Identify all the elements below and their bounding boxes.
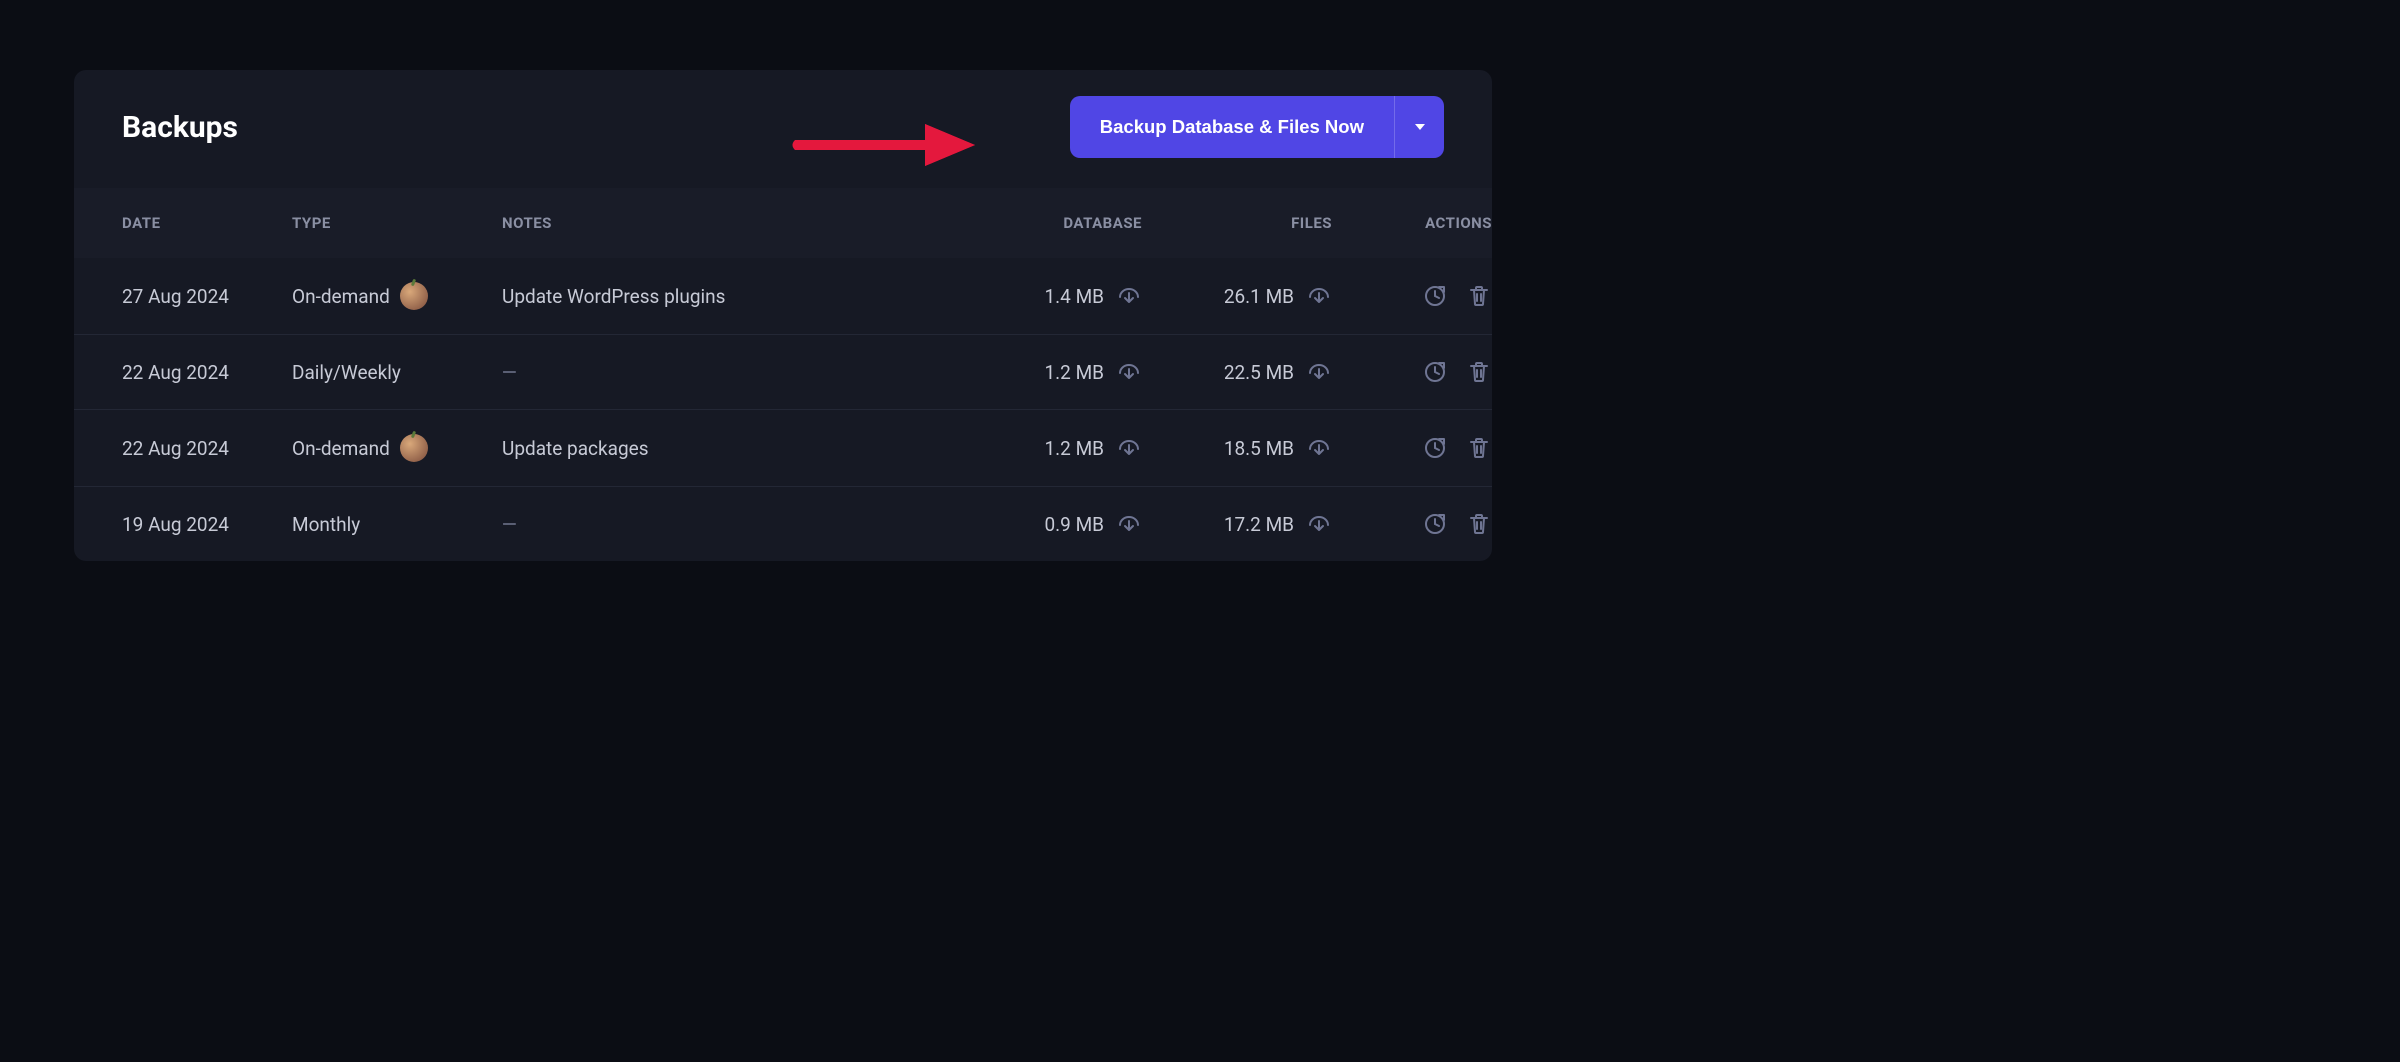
cell-files: 26.1 MB (1142, 283, 1332, 309)
backup-button-group: Backup Database & Files Now (1070, 96, 1444, 158)
cell-date: 22 Aug 2024 (122, 437, 292, 460)
col-notes: NOTES (502, 214, 972, 232)
table-row: 22 Aug 2024 Daily/Weekly — 1.2 MB 22.5 M… (74, 334, 1492, 409)
cell-actions (1332, 359, 1492, 385)
cell-type: On-demand (292, 434, 502, 462)
download-files-icon[interactable] (1306, 283, 1332, 309)
download-files-icon[interactable] (1306, 511, 1332, 537)
cell-files: 22.5 MB (1142, 359, 1332, 385)
download-files-icon[interactable] (1306, 435, 1332, 461)
files-size: 22.5 MB (1224, 361, 1294, 384)
cell-database: 1.2 MB (972, 359, 1142, 385)
files-size: 17.2 MB (1224, 513, 1294, 536)
delete-icon[interactable] (1466, 435, 1492, 461)
db-size: 1.2 MB (1044, 437, 1104, 460)
cell-notes: Update WordPress plugins (502, 285, 972, 308)
cell-actions (1332, 283, 1492, 309)
type-label: Daily/Weekly (292, 361, 401, 384)
restore-icon[interactable] (1422, 511, 1448, 537)
user-avatar-icon (400, 434, 428, 462)
backup-dropdown-button[interactable] (1394, 96, 1444, 158)
restore-icon[interactable] (1422, 435, 1448, 461)
col-type: TYPE (292, 214, 502, 232)
cell-actions (1332, 511, 1492, 537)
table-row: 22 Aug 2024 On-demand Update packages 1.… (74, 409, 1492, 486)
download-database-icon[interactable] (1116, 511, 1142, 537)
table-row: 27 Aug 2024 On-demand Update WordPress p… (74, 258, 1492, 334)
col-database: DATABASE (972, 214, 1142, 232)
cell-notes: — (502, 513, 972, 536)
download-database-icon[interactable] (1116, 283, 1142, 309)
download-files-icon[interactable] (1306, 359, 1332, 385)
backup-now-button[interactable]: Backup Database & Files Now (1070, 96, 1394, 158)
cell-notes: Update packages (502, 437, 972, 460)
backups-panel: Backups Backup Database & Files Now DATE… (74, 70, 1492, 561)
cell-database: 1.4 MB (972, 283, 1142, 309)
files-size: 18.5 MB (1224, 437, 1294, 460)
download-database-icon[interactable] (1116, 435, 1142, 461)
col-date: DATE (122, 214, 292, 232)
download-database-icon[interactable] (1116, 359, 1142, 385)
cell-database: 1.2 MB (972, 435, 1142, 461)
cell-files: 17.2 MB (1142, 511, 1332, 537)
col-files: FILES (1142, 214, 1332, 232)
db-size: 1.4 MB (1044, 285, 1104, 308)
table-row: 19 Aug 2024 Monthly — 0.9 MB 17.2 MB (74, 486, 1492, 561)
table-body: 27 Aug 2024 On-demand Update WordPress p… (74, 258, 1492, 561)
cell-actions (1332, 435, 1492, 461)
col-actions: ACTIONS (1332, 214, 1492, 232)
restore-icon[interactable] (1422, 359, 1448, 385)
cell-notes: — (502, 361, 972, 384)
delete-icon[interactable] (1466, 359, 1492, 385)
db-size: 0.9 MB (1044, 513, 1104, 536)
cell-type: On-demand (292, 282, 502, 310)
type-label: Monthly (292, 513, 360, 536)
delete-icon[interactable] (1466, 511, 1492, 537)
delete-icon[interactable] (1466, 283, 1492, 309)
user-avatar-icon (400, 282, 428, 310)
cell-date: 27 Aug 2024 (122, 285, 292, 308)
type-label: On-demand (292, 285, 390, 308)
page-title: Backups (122, 110, 238, 145)
cell-date: 19 Aug 2024 (122, 513, 292, 536)
files-size: 26.1 MB (1224, 285, 1294, 308)
cell-date: 22 Aug 2024 (122, 361, 292, 384)
cell-type: Daily/Weekly (292, 361, 502, 384)
caret-down-icon (1415, 124, 1425, 130)
table-header: DATE TYPE NOTES DATABASE FILES ACTIONS (74, 188, 1492, 258)
restore-icon[interactable] (1422, 283, 1448, 309)
cell-database: 0.9 MB (972, 511, 1142, 537)
cell-files: 18.5 MB (1142, 435, 1332, 461)
cell-type: Monthly (292, 513, 502, 536)
panel-header: Backups Backup Database & Files Now (74, 70, 1492, 188)
type-label: On-demand (292, 437, 390, 460)
db-size: 1.2 MB (1044, 361, 1104, 384)
